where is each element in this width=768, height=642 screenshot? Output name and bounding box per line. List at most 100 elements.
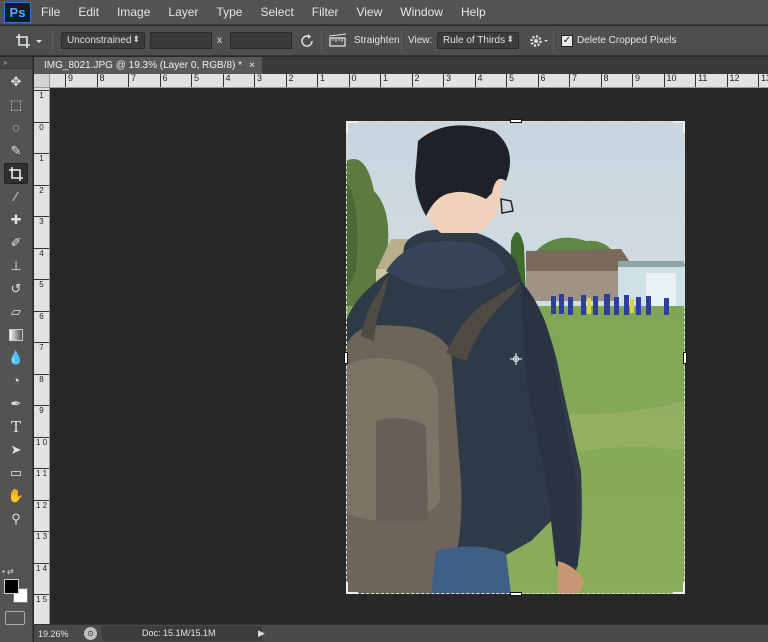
crop-center-crosshair-icon <box>510 353 522 365</box>
menu-layer[interactable]: Layer <box>168 5 198 19</box>
zoom-tool-icon[interactable]: ⚲ <box>4 508 28 529</box>
ruler-tick-label: 11 <box>695 74 707 87</box>
ruler-tick-label: 5 <box>506 74 514 87</box>
move-tool-icon[interactable]: ✥ <box>4 71 28 92</box>
zoom-level-field[interactable]: 19.26% <box>38 627 78 641</box>
ruler-tick-label: 6 <box>537 74 546 87</box>
ratio-preset-value: Unconstrained <box>67 35 132 46</box>
crop-corner-handle[interactable] <box>346 582 358 594</box>
crop-settings-gear-icon[interactable] <box>528 32 550 50</box>
ruler-tick-label: 4 <box>222 74 231 87</box>
brush-tool-icon[interactable]: ✐ <box>4 232 28 253</box>
ruler-tick-label: 1 <box>34 90 49 100</box>
vertical-ruler[interactable]: 101234567891 01 11 21 31 41 51 6 <box>34 88 50 624</box>
options-separator <box>553 30 554 52</box>
quick-mask-icon[interactable] <box>5 611 25 625</box>
ruler-tick-label: 1 <box>317 74 325 87</box>
menu-edit[interactable]: Edit <box>78 5 99 19</box>
crop-edge-handle-left[interactable] <box>344 352 348 364</box>
ruler-tick-label: 12 <box>726 74 740 87</box>
menu-image[interactable]: Image <box>117 5 150 19</box>
menu-window[interactable]: Window <box>400 5 443 19</box>
foreground-color-swatch[interactable] <box>4 579 19 594</box>
close-tab-icon[interactable]: × <box>249 57 255 74</box>
delete-cropped-pixels-checkbox[interactable]: ✓ <box>561 35 573 47</box>
tools-panel: » ✥ ⬚ ◌ ✎ ⁄ ✚ ✐ ⊥ ↺ ▱ 💧 ◔ ✒ T ➤ ▭ ✋ ⚲ ▪ … <box>0 57 33 642</box>
menu-type[interactable]: Type <box>216 5 242 19</box>
pen-tool-icon[interactable]: ✒ <box>4 393 28 414</box>
hand-tool-icon[interactable]: ✋ <box>4 485 28 506</box>
straighten-button[interactable]: Straighten <box>354 35 400 46</box>
swap-dimensions-icon[interactable] <box>298 32 316 50</box>
healing-brush-tool-icon[interactable]: ✚ <box>4 209 28 230</box>
menu-view[interactable]: View <box>356 5 382 19</box>
crop-tool-preset-icon[interactable] <box>14 32 44 50</box>
crop-edge-handle-bottom[interactable] <box>510 592 522 596</box>
crop-width-field[interactable] <box>150 32 212 49</box>
lasso-tool-icon[interactable]: ◌ <box>4 117 28 138</box>
options-bar: Unconstrained ⬍ x Straighten View: Rule … <box>0 26 768 56</box>
crop-height-field[interactable] <box>230 32 292 49</box>
marquee-tool-icon[interactable]: ⬚ <box>4 94 28 115</box>
ruler-tick-label: 1 <box>34 153 49 163</box>
ruler-tick-label: 13 <box>758 74 768 87</box>
ruler-tick-label: 3 <box>254 74 262 87</box>
ruler-origin[interactable] <box>34 74 50 88</box>
ruler-tick-label: 9 <box>34 405 49 415</box>
menu-help[interactable]: Help <box>461 5 486 19</box>
crop-corner-handle[interactable] <box>673 121 685 133</box>
ruler-tick-label: 7 <box>128 74 136 87</box>
times-sign: x <box>217 35 222 46</box>
default-colors-icon[interactable]: ▪ ⇄ <box>2 567 14 576</box>
color-swatches: ▪ ⇄ <box>2 567 32 607</box>
clone-stamp-tool-icon[interactable]: ⊥ <box>4 255 28 276</box>
gradient-tool-icon[interactable] <box>4 324 28 345</box>
status-menu-arrow-icon[interactable]: ▶ <box>258 628 265 639</box>
eyedropper-tool-icon[interactable]: ⁄ <box>4 186 28 207</box>
crop-box[interactable] <box>344 119 687 596</box>
horizontal-ruler[interactable]: 987654321012345678910111213 <box>50 74 768 88</box>
ruler-tick-label: 0 <box>348 74 357 87</box>
path-selection-tool-icon[interactable]: ➤ <box>4 439 28 460</box>
eraser-tool-icon[interactable]: ▱ <box>4 301 28 322</box>
menu-select[interactable]: Select <box>260 5 293 19</box>
ruler-tick-label: 6 <box>159 74 168 87</box>
ruler-tick-label: 9 <box>65 74 73 87</box>
ruler-tick-label: 8 <box>600 74 609 87</box>
panel-collapse-icon[interactable]: » <box>0 57 32 69</box>
document-profile-icon[interactable]: ⊙ <box>84 627 97 640</box>
dodge-tool-icon[interactable]: ◔ <box>4 370 28 391</box>
blur-tool-icon[interactable]: 💧 <box>4 347 28 368</box>
ruler-tick-label: 3 <box>34 216 49 226</box>
document-size-info: Doc: 15.1M/15.1M <box>102 626 262 641</box>
ruler-tick-label: 0 <box>34 121 49 132</box>
options-separator <box>401 30 402 52</box>
crop-edge-handle-right[interactable] <box>683 352 687 364</box>
delete-cropped-pixels-label: Delete Cropped Pixels <box>577 35 677 46</box>
menu-file[interactable]: File <box>41 5 60 19</box>
photoshop-logo: Ps <box>4 1 31 23</box>
ruler-tick-label: 2 <box>285 74 294 87</box>
menu-filter[interactable]: Filter <box>312 5 339 19</box>
ruler-tick-label: 1 <box>380 74 388 87</box>
ruler-tick-label: 7 <box>34 342 49 352</box>
crop-tool-icon[interactable] <box>4 163 28 184</box>
document-tab[interactable]: IMG_8021.JPG @ 19.3% (Layer 0, RGB/8) * … <box>34 57 262 74</box>
crop-corner-handle[interactable] <box>673 582 685 594</box>
overlay-view-dropdown[interactable]: Rule of Thirds ⬍ <box>437 32 519 49</box>
ruler-tick-label: 3 <box>443 74 451 87</box>
dropdown-arrow-icon: ⬍ <box>132 34 140 44</box>
canvas-workspace[interactable] <box>50 89 768 624</box>
history-brush-tool-icon[interactable]: ↺ <box>4 278 28 299</box>
ratio-preset-dropdown[interactable]: Unconstrained ⬍ <box>61 32 145 49</box>
document-tab-strip: IMG_8021.JPG @ 19.3% (Layer 0, RGB/8) * … <box>34 57 768 74</box>
crop-edge-handle-top[interactable] <box>510 119 522 123</box>
crop-corner-handle[interactable] <box>346 121 358 133</box>
rectangle-tool-icon[interactable]: ▭ <box>4 462 28 483</box>
ruler-tick-label: 9 <box>632 74 640 87</box>
type-tool-icon[interactable]: T <box>4 416 28 437</box>
quick-selection-tool-icon[interactable]: ✎ <box>4 140 28 161</box>
straighten-icon[interactable] <box>328 33 348 49</box>
ruler-tick-label: 1 1 <box>34 468 49 478</box>
ruler-tick-label: 2 <box>34 184 49 195</box>
